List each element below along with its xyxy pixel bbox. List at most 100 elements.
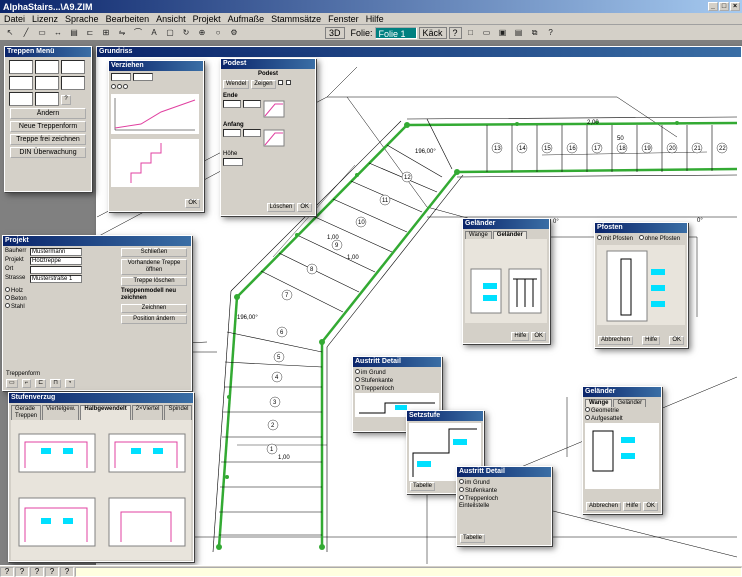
gelaender2-opt-geo-radio[interactable] [585, 407, 590, 412]
zoom-tool-icon[interactable]: ⊕ [195, 27, 209, 39]
podest-zeigen-button[interactable]: Zeigen [251, 80, 276, 89]
verziehen-opt-2[interactable] [117, 84, 122, 89]
austritt2-opt-kante-radio[interactable] [459, 487, 464, 492]
tab-gerade[interactable]: Gerade Treppen [11, 405, 42, 420]
new-file-icon[interactable]: □ [464, 27, 478, 39]
help-icon[interactable]: ? [544, 27, 558, 39]
tab-viertel[interactable]: Viertelgew. [42, 405, 80, 420]
tab-halb[interactable]: Halbgewendelt [80, 405, 131, 420]
projekt-open-stair-button[interactable]: Vorhandene Treppe öffnen [121, 259, 187, 275]
projekt-form-2-icon[interactable]: ⌐ [21, 379, 32, 388]
verziehen-opt-3[interactable] [123, 84, 128, 89]
gelaender-tab-wange[interactable]: Wange [465, 231, 492, 239]
projekt-field-ort[interactable] [30, 266, 82, 274]
verziehen-end-field[interactable] [133, 73, 153, 81]
treppe-frei-zeichnen-button[interactable]: Treppe frei zeichnen [10, 134, 86, 145]
pfosten-mit-radio[interactable] [597, 235, 602, 240]
stair-type-custom-icon[interactable] [35, 92, 59, 106]
podest-hoehe-field[interactable] [223, 158, 243, 166]
line-tool-icon[interactable]: ╱ [19, 27, 33, 39]
menu-bearbeiten[interactable]: Bearbeiten [106, 14, 150, 24]
neue-treppenform-button[interactable]: Neue Treppenform [10, 121, 86, 132]
podest-check-1[interactable] [277, 80, 283, 85]
pfosten-abbrechen-button[interactable]: Abbrechen [598, 336, 634, 345]
dim-tool-icon[interactable]: ↔ [51, 27, 65, 39]
podest-anfang-laenge[interactable] [243, 129, 261, 137]
copy-icon[interactable]: ⧉ [528, 27, 542, 39]
frame-tool-icon[interactable]: ▢ [163, 27, 177, 39]
podest-anfang-winkel[interactable] [223, 129, 241, 137]
menu-aufmasse[interactable]: Aufmaße [228, 14, 265, 24]
verziehen-ok-button[interactable]: OK [185, 199, 200, 208]
projekt-position-button[interactable]: Position ändern [121, 315, 187, 324]
projekt-field-projekt[interactable]: Holztreppe [30, 257, 82, 265]
maximize-button[interactable]: □ [719, 2, 729, 11]
gelaender2-hilfe-button[interactable]: Hilfe [623, 502, 642, 511]
projekt-opt-holz-radio[interactable] [5, 287, 10, 292]
projekt-opt-beton-radio[interactable] [5, 295, 10, 300]
rotate-tool-icon[interactable]: ↻ [179, 27, 193, 39]
gear-icon[interactable]: ⚙ [227, 27, 241, 39]
stair-type-u-icon[interactable] [35, 76, 59, 90]
verziehen-start-field[interactable] [111, 73, 131, 81]
austritt-opt-kante-radio[interactable] [355, 377, 360, 382]
view-3d-button[interactable]: 3D [325, 26, 345, 39]
setzstufe-tabelle-button[interactable]: Tabelle [410, 482, 436, 491]
austritt-opt-grund-radio[interactable] [355, 369, 360, 374]
austritt2-tabelle-button[interactable]: Tabelle [460, 534, 486, 543]
menu-stammsaetze[interactable]: Stammsätze [271, 14, 321, 24]
menu-datei[interactable]: Datei [4, 14, 25, 24]
austritt2-opt-grund-radio[interactable] [459, 479, 464, 484]
projekt-opt-stahl-radio[interactable] [5, 303, 10, 308]
tab-spindel[interactable]: Spindel [164, 405, 193, 420]
gelaender2-opt-auf-radio[interactable] [585, 415, 590, 420]
projekt-form-4-icon[interactable]: ⊓ [50, 379, 61, 388]
pointer-icon[interactable]: ↖ [3, 27, 17, 39]
grid-tool-icon[interactable]: ⊞ [99, 27, 113, 39]
stair-tool-icon[interactable]: ⊏ [83, 27, 97, 39]
pfosten-ohne-radio[interactable] [638, 235, 644, 240]
menu-ansicht[interactable]: Ansicht [156, 14, 186, 24]
arc-tool-icon[interactable]: ⌒ [131, 27, 145, 39]
podest-ok-button[interactable]: OK [297, 203, 312, 212]
stair-type-quarter-icon[interactable] [35, 60, 59, 74]
mirror-tool-icon[interactable]: ⇋ [115, 27, 129, 39]
rect-tool-icon[interactable]: ▭ [35, 27, 49, 39]
stair-type-half-icon[interactable] [61, 60, 85, 74]
gelaender-hilfe-button[interactable]: Hilfe [511, 332, 530, 341]
austritt-opt-loch-radio[interactable] [355, 385, 360, 390]
kack-help-button[interactable]: ? [448, 26, 462, 39]
open-folder-icon[interactable]: ▭ [480, 27, 494, 39]
stair-type-straight-icon[interactable] [9, 60, 33, 74]
podest-loeschen-button[interactable]: Löschen [266, 203, 296, 212]
stair-type-winder-icon[interactable] [9, 92, 33, 106]
projekt-form-3-icon[interactable]: ⊏ [35, 379, 47, 388]
projekt-zeichnen-button[interactable]: Zeichnen [121, 304, 187, 313]
menu-sprache[interactable]: Sprache [65, 14, 99, 24]
stair-type-spiral-icon[interactable] [61, 76, 85, 90]
projekt-form-1-icon[interactable]: ▭ [6, 379, 18, 388]
print-icon[interactable]: ▤ [512, 27, 526, 39]
podest-check-2[interactable] [285, 80, 291, 85]
verziehen-opt-1[interactable] [111, 84, 116, 89]
gelaender2-tab-gelaender[interactable]: Geländer [613, 399, 647, 407]
tab-2viertel[interactable]: 2×Viertel [131, 405, 164, 420]
treppen-help-button[interactable]: ? [61, 95, 71, 105]
podest-ende-laenge[interactable] [243, 100, 261, 108]
menu-lizenz[interactable]: Lizenz [32, 14, 58, 24]
save-icon[interactable]: ▣ [496, 27, 510, 39]
podest-ende-winkel[interactable] [223, 100, 241, 108]
pfosten-hilfe-button[interactable]: Hilfe [642, 336, 661, 345]
folie-select[interactable]: Folie 1 [374, 26, 417, 39]
menu-projekt[interactable]: Projekt [193, 14, 221, 24]
pfosten-ok-button[interactable]: OK [669, 336, 684, 345]
menu-fenster[interactable]: Fenster [328, 14, 359, 24]
menu-hilfe[interactable]: Hilfe [366, 14, 384, 24]
gelaender2-tab-wange[interactable]: Wange [585, 399, 613, 407]
text-tool-icon[interactable]: A [147, 27, 161, 39]
projekt-form-5-icon[interactable]: ◔ [64, 379, 75, 388]
podest-wendel-label[interactable]: Wendel [223, 80, 250, 89]
aendern-button[interactable]: Ändern [10, 108, 86, 119]
kack-label[interactable]: Käck [418, 26, 447, 39]
gelaender2-abbrechen-button[interactable]: Abbrechen [586, 502, 622, 511]
